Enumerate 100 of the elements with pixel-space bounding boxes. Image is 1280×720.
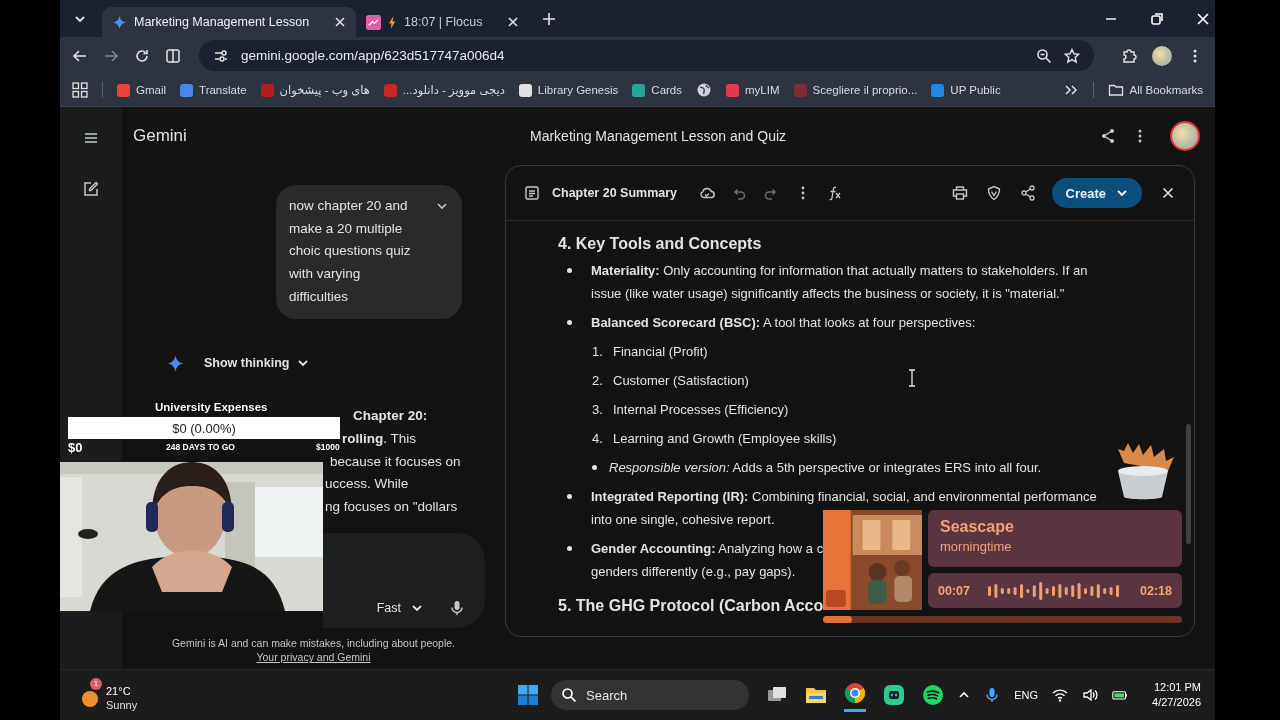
site-settings-icon[interactable]	[213, 47, 229, 64]
apps-icon[interactable]	[72, 82, 88, 99]
new-tab-icon[interactable]	[541, 10, 558, 27]
browser-tab[interactable]: Marketing Management Lesson	[102, 7, 357, 37]
close-icon[interactable]	[1195, 10, 1211, 27]
profile-avatar[interactable]	[1152, 45, 1172, 66]
bookmark[interactable]: Gmail	[117, 83, 167, 97]
list-item-text: Customer (Satisfaction)	[613, 372, 749, 390]
scrollbar[interactable]	[1186, 424, 1191, 544]
close-icon[interactable]	[507, 16, 520, 28]
url-text: gemini.google.com/app/623d517747a006d4	[241, 48, 505, 64]
bookmark[interactable]: Cards	[632, 83, 682, 97]
music-app-icon[interactable]	[922, 684, 944, 706]
wifi-icon[interactable]	[1052, 687, 1069, 703]
bullet-text: Responsible version: Adds a 5th perspective or integrates ERS into all four.	[609, 459, 1042, 477]
edit-icon[interactable]	[83, 181, 99, 197]
favicon-icon	[518, 83, 532, 97]
goal-amount: $1000	[316, 442, 340, 452]
share-icon[interactable]	[1100, 128, 1116, 144]
days-left-text: 248 DAYS TO GO	[166, 442, 236, 452]
bookmark[interactable]: های وب - پیشخوان	[260, 83, 370, 98]
section-heading: 5. The GHG Protocol (Carbon Acco	[558, 596, 824, 616]
favicon-icon	[180, 83, 194, 97]
list-number: 3.	[592, 401, 604, 419]
response-text: because it focuses on	[330, 453, 461, 469]
weather-condition: Sunny	[106, 698, 138, 712]
model-selector[interactable]: Fast	[376, 601, 423, 616]
puzzle-icon[interactable]	[1121, 47, 1137, 64]
chevron-down-icon	[1116, 187, 1128, 199]
lightning-icon	[388, 15, 398, 29]
list-item-text: Financial (Profit)	[613, 343, 708, 361]
track-title: Seascape	[940, 518, 1015, 536]
favicon-icon	[793, 83, 807, 97]
bookmark[interactable]: myLIM	[726, 83, 780, 97]
bookmark[interactable]: Translate	[180, 83, 247, 97]
chevron-down-icon[interactable]	[436, 200, 448, 212]
search-box[interactable]: Search	[551, 680, 749, 710]
favicon-icon	[726, 83, 739, 97]
bookmark[interactable]: UP Public	[931, 83, 1001, 97]
notification-badge: 1	[90, 678, 102, 690]
list-number: 4.	[592, 430, 604, 448]
reload-icon[interactable]	[134, 47, 150, 64]
zoom-icon[interactable]	[1036, 47, 1052, 64]
restore-icon[interactable]	[1149, 10, 1165, 27]
bookmark[interactable]: دیجی موویز - دانلود...	[383, 83, 505, 98]
favicon-icon	[632, 83, 646, 97]
search-icon	[561, 687, 577, 703]
browser-tab[interactable]: 18:07 | Flocus	[356, 7, 530, 37]
bookmark[interactable]: Library Genesis	[518, 83, 619, 97]
weather-widget[interactable]: 1 21°C Sunny	[80, 678, 138, 712]
chart-icon	[366, 14, 382, 30]
microphone-icon[interactable]	[449, 600, 465, 617]
response-text: Chapter 20:	[353, 408, 428, 424]
show-thinking-button[interactable]: Show thinking	[204, 356, 310, 370]
split-view-icon[interactable]	[165, 47, 181, 64]
favicon-icon	[117, 83, 130, 97]
share-icon[interactable]	[1019, 185, 1036, 201]
progress-reading: $0 (0.00%)	[172, 420, 236, 436]
browser-icon[interactable]	[844, 682, 866, 704]
start-icon[interactable]	[517, 684, 539, 706]
prompt-text: now chapter 20 and make a 20 multiple choic questions quiz with varying difficulties	[289, 197, 412, 306]
shield-icon[interactable]	[985, 185, 1002, 201]
favicon-icon	[260, 83, 274, 97]
prompt-input[interactable]: Fast	[323, 533, 485, 629]
globe-icon[interactable]	[696, 82, 712, 99]
progress-track[interactable]	[823, 616, 1182, 623]
clock[interactable]: 12:01 PM 4/27/2026	[1152, 680, 1201, 710]
chevron-down-icon	[297, 357, 310, 369]
bullet-text: Integrated Reporting (IR): Combining financial, social, and environmental performance	[591, 488, 1097, 506]
temperature-text: 21°C	[106, 684, 132, 698]
all-bookmarks-button[interactable]: All Bookmarks	[1107, 82, 1203, 99]
sun-icon	[80, 688, 100, 708]
address-bar[interactable]: gemini.google.com/app/623d517747a006d4	[199, 40, 1094, 72]
chat-app-icon[interactable]	[883, 684, 905, 706]
print-icon[interactable]	[951, 185, 968, 201]
microphone-icon[interactable]	[984, 687, 1001, 703]
create-button[interactable]: Create	[1051, 178, 1142, 208]
document-title: Chapter 20 Summary	[552, 186, 678, 200]
star-icon[interactable]	[1064, 47, 1080, 64]
cloud-icon[interactable]	[699, 185, 716, 201]
disclaimer-text: Gemini is AI and can make mistakes, including about people.	[171, 637, 456, 650]
folder-icon	[1107, 82, 1124, 99]
close-icon[interactable]	[334, 16, 347, 28]
volume-icon[interactable]	[1082, 687, 1099, 703]
bullet-text: genders differently (e.g., pay gaps).	[591, 563, 796, 581]
favicon-icon	[931, 83, 945, 97]
forward-icon[interactable]	[103, 47, 119, 64]
bookmark[interactable]: Scegliere il proprio...	[793, 83, 918, 97]
back-icon[interactable]	[72, 47, 88, 64]
bullet-text: Materiality: Only accounting for information that actually matters to stakeholders. If an issue (like water usage) significantly affects the business or society, it is "material."	[591, 262, 1089, 303]
profile-avatar[interactable]	[1170, 121, 1200, 151]
menu-icon[interactable]	[83, 130, 99, 146]
response-text: uccess. While	[325, 476, 409, 492]
language-indicator[interactable]: ENG	[1014, 689, 1039, 701]
close-icon[interactable]	[1160, 185, 1176, 201]
favicon-icon	[383, 83, 397, 97]
list-number: 2.	[592, 372, 604, 390]
artist-name: morningtime	[940, 539, 1013, 554]
privacy-link[interactable]: Your privacy and Gemini	[256, 651, 371, 664]
current-amount: $0	[68, 439, 84, 455]
